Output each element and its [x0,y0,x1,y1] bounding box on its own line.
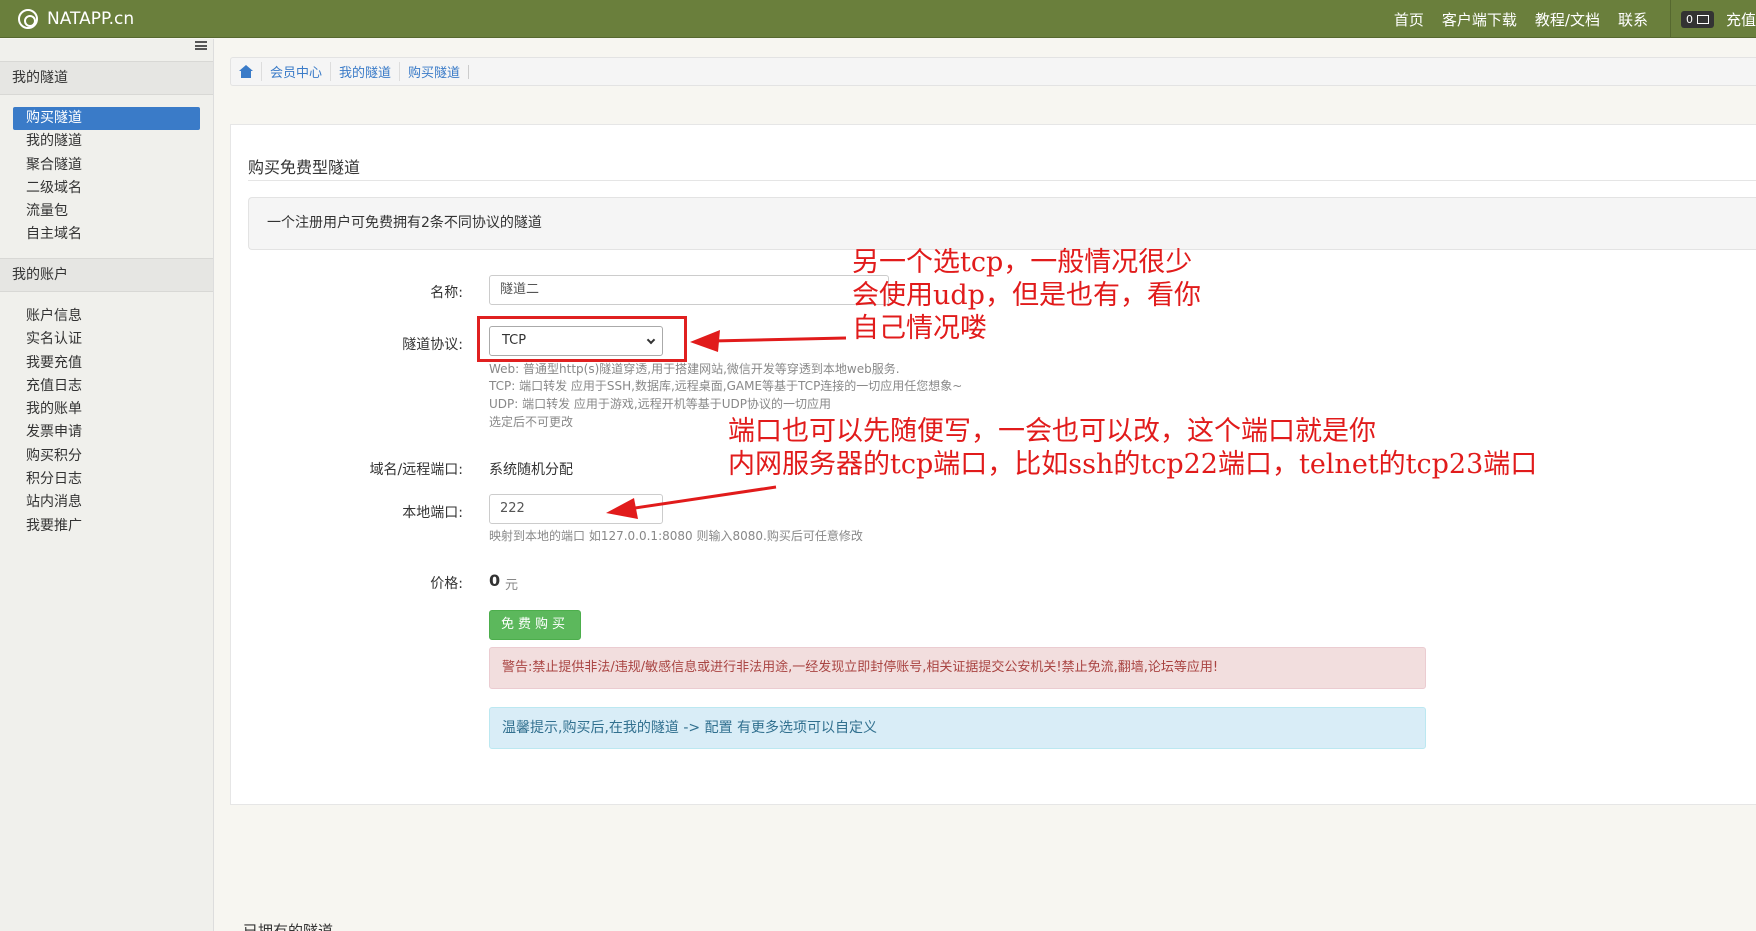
annotation-port-line-1: 端口也可以先随便写，一会也可以改，这个端口就是你 [728,416,1376,447]
nav-links: 首页 客户端下载 教程/文档 联系 0 充值 [1394,0,1756,38]
sidebar-section-tunnels: 我的隧道 [0,61,213,95]
sidebar-item-subdomain[interactable]: 二级域名 [13,177,200,200]
annotation-protocol-note: 另一个选tcp，一般情况很少 会使用udp，但是也有，看你 自己情况喽 [852,246,1201,345]
price-value: 0 [489,571,501,590]
home-icon[interactable] [239,65,253,78]
domain-port-label: 域名/远程端口: [369,462,463,478]
name-label: 名称: [430,285,463,301]
breadcrumb-member-center[interactable]: 会员中心 [261,62,330,81]
tip-alert: 温馨提示,购买后,在我的隧道 -> 配置 有更多选项可以自定义 [489,707,1426,749]
local-port-input[interactable]: 222 [489,494,663,524]
protocol-label: 隧道协议: [402,337,463,353]
sidebar-item-messages[interactable]: 站内消息 [13,491,200,514]
domain-port-value: 系统随机分配 [489,462,573,478]
brand-logo-icon [18,9,38,29]
brand-name: NATAPP.cn [47,9,135,29]
tunnel-name-input[interactable]: 隧道二 [489,275,889,305]
nav-recharge[interactable]: 充值 [1726,9,1756,30]
sidebar-item-referral[interactable]: 我要推广 [13,515,200,538]
free-buy-button[interactable]: 免费购买 [489,610,581,640]
sidebar-item-points-log[interactable]: 积分日志 [13,468,200,491]
protocol-help-note: 选定后不可更改 [489,415,574,429]
annotation-protocol-line-2: 会使用udp，但是也有，看你 [852,280,1201,311]
protocol-help-web: Web: 普通型http(s)隧道穿透,用于搭建网站,微信开发等穿透到本地web… [489,362,900,376]
warning-alert: 警告:禁止提供非法/违规/敏感信息或进行非法用途,一经发现立即封停账号,相关证据… [489,647,1426,689]
protocol-highlight-box [477,316,687,362]
nav-divider [1669,0,1671,38]
sidebar-item-recharge-log[interactable]: 充值日志 [13,375,200,398]
price-unit: 元 [505,578,519,593]
envelope-icon [1696,14,1709,24]
sidebar-item-verification[interactable]: 实名认证 [13,328,200,351]
mail-count: 0 [1685,12,1693,26]
nav-client-download[interactable]: 客户端下载 [1442,9,1517,30]
local-port-help: 映射到本地的端口 如127.0.0.1:8080 则输入8080.购买后可任意修… [489,529,863,543]
sidebar-tunnel-list: 购买隧道 我的隧道 聚合隧道 二级域名 流量包 自主域名 [13,107,200,247]
menu-toggle-icon[interactable] [195,41,207,50]
breadcrumb-my-tunnels[interactable]: 我的隧道 [330,62,399,81]
sidebar-item-traffic-pack[interactable]: 流量包 [13,200,200,223]
sidebar-item-buy-tunnel[interactable]: 购买隧道 [13,107,200,131]
sidebar-section-account: 我的账户 [0,258,213,292]
top-navbar: NATAPP.cn 首页 客户端下载 教程/文档 联系 0 充值 [0,0,1756,38]
brand[interactable]: NATAPP.cn [18,0,134,38]
annotation-protocol-line-3: 自己情况喽 [852,313,987,344]
local-port-label: 本地端口: [402,505,463,521]
page-title: 购买免费型隧道 [248,158,361,177]
sidebar-item-aggregate-tunnels[interactable]: 聚合隧道 [13,154,200,177]
breadcrumb-buy-tunnel[interactable]: 购买隧道 [399,62,468,81]
annotation-port-note: 端口也可以先随便写，一会也可以改，这个端口就是你 内网服务器的tcp端口，比如s… [728,415,1537,481]
sidebar-account-list: 账户信息 实名认证 我要充值 充值日志 我的账单 发票申请 购买积分 积分日志 … [13,305,200,538]
sidebar-item-custom-domain[interactable]: 自主域名 [13,223,200,246]
nav-contact[interactable]: 联系 [1618,9,1648,30]
sidebar-item-account-info[interactable]: 账户信息 [13,305,200,328]
sidebar-item-my-bills[interactable]: 我的账单 [13,398,200,421]
free-tunnel-info: 一个注册用户可免费拥有2条不同协议的隧道 [248,197,1756,250]
breadcrumb-end-divider [468,64,470,79]
sidebar-item-my-tunnels[interactable]: 我的隧道 [13,130,200,153]
protocol-help-udp: UDP: 端口转发 应用于游戏,远程开机等基于UDP协议的一切应用 [489,397,832,411]
nav-home[interactable]: 首页 [1394,9,1424,30]
sidebar-item-invoice[interactable]: 发票申请 [13,421,200,444]
sidebar-item-buy-points[interactable]: 购买积分 [13,445,200,468]
breadcrumb: 会员中心 我的隧道 购买隧道 [230,57,1756,86]
title-divider [248,180,1756,181]
price-label: 价格: [430,576,463,592]
annotation-protocol-line-1: 另一个选tcp，一般情况很少 [852,247,1193,278]
sidebar: 我的隧道 购买隧道 我的隧道 聚合隧道 二级域名 流量包 自主域名 我的账户 账… [0,39,214,931]
mail-badge[interactable]: 0 [1680,10,1714,28]
sidebar-item-recharge[interactable]: 我要充值 [13,352,200,375]
owned-tunnels-heading: 已拥有的隧道 [243,922,334,931]
nav-docs[interactable]: 教程/文档 [1535,9,1600,30]
protocol-help-tcp: TCP: 端口转发 应用于SSH,数据库,远程桌面,GAME等基于TCP连接的一… [489,379,963,393]
annotation-port-line-2: 内网服务器的tcp端口，比如ssh的tcp22端口，telnet的tcp23端口 [728,449,1538,480]
